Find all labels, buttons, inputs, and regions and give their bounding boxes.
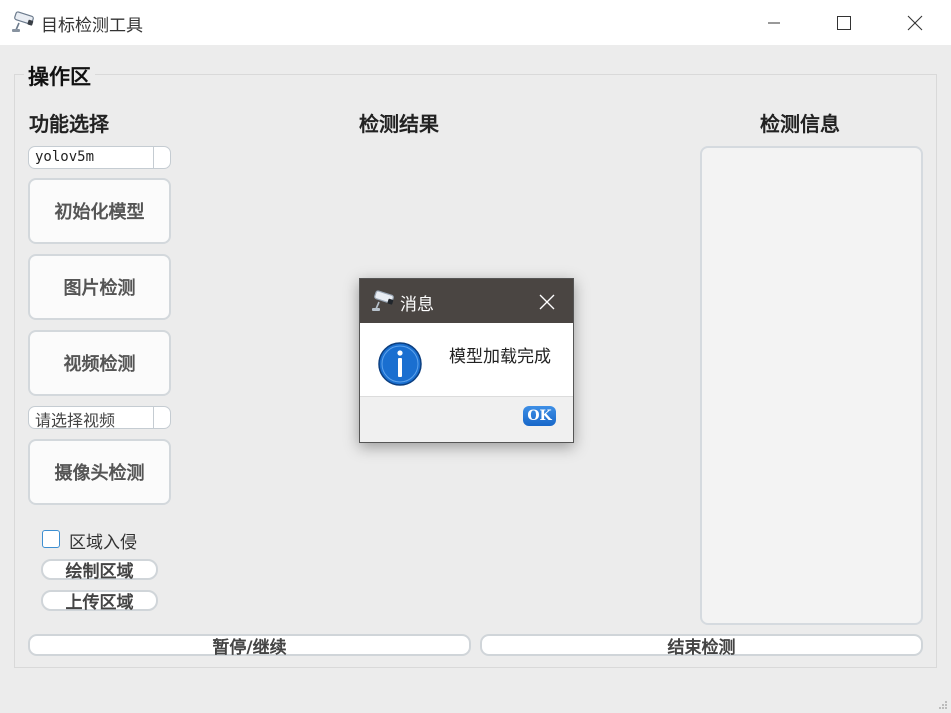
video-select-value: 请选择视频 [35, 411, 116, 430]
message-dialog: 消息 模型加载完成 OK [359, 278, 574, 443]
maximize-icon [837, 15, 851, 30]
minimize-button[interactable] [739, 0, 809, 45]
resize-grip-icon[interactable] [938, 700, 948, 710]
video-select[interactable]: 请选择视频 [28, 406, 171, 430]
detect-info-panel[interactable] [700, 146, 923, 625]
dropdown-divider [153, 407, 154, 428]
dialog-body: 模型加载完成 [360, 323, 573, 397]
close-button[interactable] [880, 0, 950, 45]
upload-area-button[interactable]: 上传区域 [41, 590, 158, 613]
maximize-button[interactable] [809, 0, 879, 45]
camera-detect-button[interactable]: 摄像头检测 [28, 439, 171, 505]
info-icon [378, 342, 422, 386]
close-icon [907, 15, 923, 30]
dialog-titlebar[interactable]: 消息 [360, 279, 573, 323]
window-titlebar[interactable]: 目标检测工具 [0, 0, 951, 45]
security-camera-icon [372, 290, 394, 311]
close-icon [539, 294, 555, 310]
dialog-title: 消息 [400, 295, 434, 315]
detect-result-title: 检测结果 [359, 112, 439, 136]
video-detect-button[interactable]: 视频检测 [28, 330, 171, 396]
detect-info-title: 检测信息 [760, 112, 840, 136]
stop-detect-button[interactable]: 结束检测 [480, 634, 923, 658]
area-intrusion-label[interactable]: 区域入侵 [69, 528, 137, 553]
function-select-title: 功能选择 [29, 112, 109, 136]
security-camera-icon [12, 11, 34, 32]
pause-resume-button[interactable]: 暂停/继续 [28, 634, 471, 658]
area-intrusion-checkbox[interactable] [42, 530, 60, 548]
ok-button[interactable]: OK [523, 406, 556, 426]
window-title: 目标检测工具 [41, 16, 143, 36]
draw-area-button[interactable]: 绘制区域 [41, 559, 158, 582]
image-detect-button[interactable]: 图片检测 [28, 254, 171, 320]
model-select[interactable]: yolov5m [28, 146, 171, 169]
group-title: 操作区 [24, 61, 95, 91]
dialog-close-button[interactable] [536, 291, 558, 313]
dropdown-divider [153, 147, 154, 168]
init-model-button[interactable]: 初始化模型 [28, 178, 171, 244]
minimize-icon [768, 22, 780, 23]
model-select-value: yolov5m [35, 149, 95, 165]
dialog-message: 模型加载完成 [449, 347, 551, 367]
